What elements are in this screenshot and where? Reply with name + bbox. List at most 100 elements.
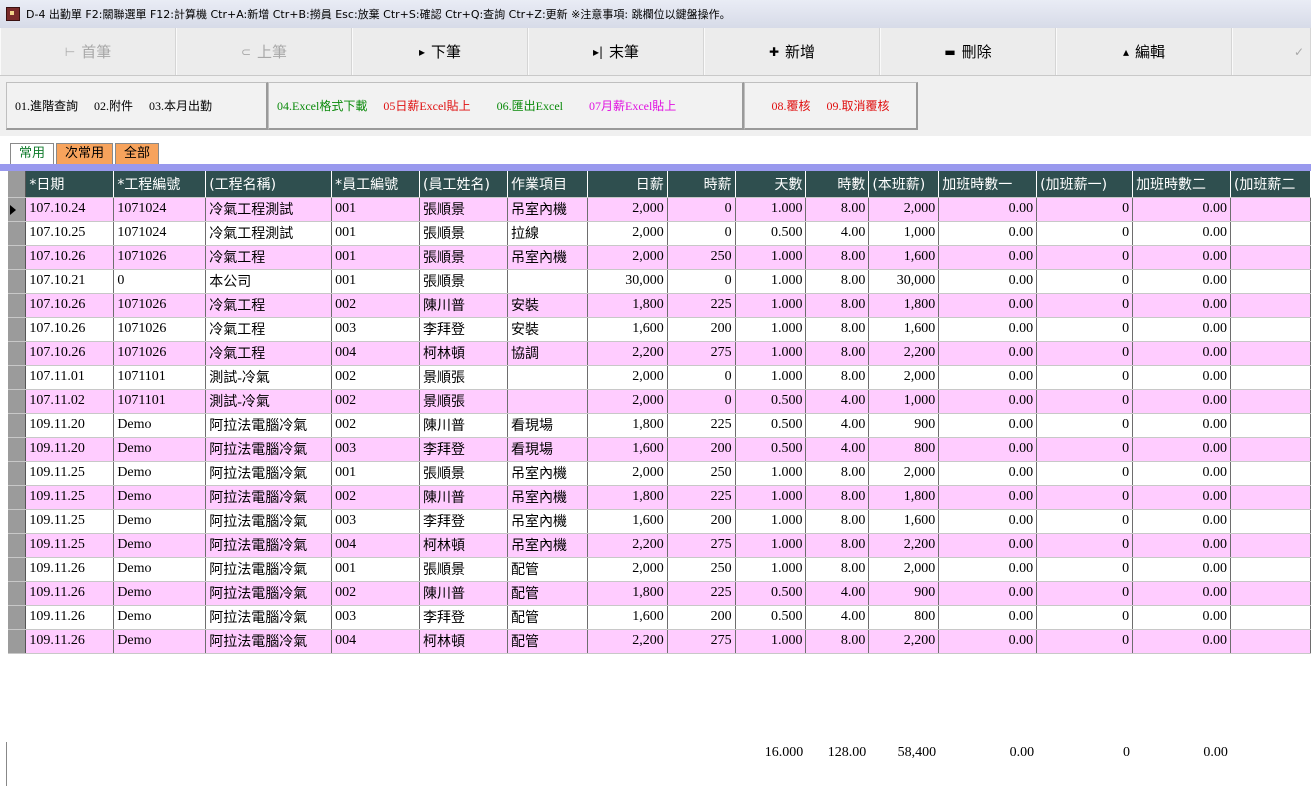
cell-ot-hours-2[interactable]: 0.00 (1132, 269, 1231, 294)
cell-employee-name[interactable]: 景順張 (419, 365, 508, 390)
table-row[interactable]: 107.10.26 1071026 冷氣工程 002 陳川普 安裝 1,800 225 1.00… (8, 293, 1311, 318)
cell-ot-hours-2[interactable]: 0.00 (1132, 461, 1231, 486)
cell-task[interactable]: 吊室內機 (507, 485, 588, 510)
cell-project-name[interactable]: 冷氣工程 (205, 245, 333, 270)
row-selector[interactable] (8, 317, 27, 342)
cell-employee-no[interactable]: 002 (331, 293, 421, 318)
attachment-button[interactable]: 02.附件 (94, 97, 133, 114)
cell-hourly-wage[interactable]: 275 (667, 629, 736, 654)
cell-employee-no[interactable]: 002 (331, 389, 421, 414)
cell-employee-no[interactable]: 002 (331, 413, 421, 438)
cell-project-name[interactable]: 阿拉法電腦冷氣 (205, 485, 333, 510)
row-selector[interactable] (8, 485, 27, 510)
column-header-ot-pay-1[interactable]: (加班薪一) (1036, 171, 1134, 198)
table-row[interactable]: 109.11.20 Demo 阿拉法電腦冷氣 003 李拜登 看現場 1,600 200 0.5… (8, 437, 1311, 462)
cell-date[interactable]: 109.11.25 (25, 533, 115, 558)
cell-date[interactable]: 109.11.26 (25, 629, 115, 654)
cell-ot-hours-2[interactable]: 0.00 (1132, 485, 1231, 510)
cell-hourly-wage[interactable]: 275 (667, 341, 736, 366)
cell-ot-hours-1[interactable]: 0.00 (938, 461, 1038, 486)
cell-ot-hours-2[interactable]: 0.00 (1132, 581, 1231, 606)
cell-ot-hours-2[interactable]: 0.00 (1132, 509, 1231, 534)
cell-daily-wage[interactable]: 2,000 (587, 221, 668, 246)
cell-ot-hours-2[interactable]: 0.00 (1132, 365, 1231, 390)
cell-date[interactable]: 109.11.25 (25, 485, 115, 510)
daily-wage-excel-paste-button[interactable]: 05日薪Excel貼上 (383, 97, 470, 114)
cell-hourly-wage[interactable]: 0 (667, 221, 736, 246)
table-row[interactable]: 109.11.25 Demo 阿拉法電腦冷氣 003 李拜登 吊室內機 1,600 200 1.… (8, 509, 1311, 534)
cell-date[interactable]: 109.11.25 (25, 461, 115, 486)
cell-days[interactable]: 0.500 (735, 413, 807, 438)
cell-ot-pay-2[interactable] (1230, 629, 1311, 654)
cell-ot-pay-2[interactable] (1230, 197, 1311, 222)
cell-hours[interactable]: 4.00 (805, 581, 870, 606)
cell-employee-name[interactable]: 張順景 (419, 557, 508, 582)
cell-base-pay[interactable]: 2,200 (868, 533, 940, 558)
table-row[interactable]: 107.10.21 0 本公司 001 張順景 30,000 0 1.000 8.00 30,00… (8, 269, 1311, 294)
cell-employee-name[interactable]: 柯林頓 (419, 341, 508, 366)
cell-daily-wage[interactable]: 2,200 (587, 629, 668, 654)
cell-ot-pay-2[interactable] (1230, 269, 1311, 294)
cell-base-pay[interactable]: 30,000 (868, 269, 940, 294)
cell-employee-name[interactable]: 李拜登 (419, 317, 508, 342)
cell-project-name[interactable]: 冷氣工程測試 (205, 197, 333, 222)
cell-ot-pay-2[interactable] (1230, 509, 1311, 534)
cell-ot-hours-1[interactable]: 0.00 (938, 629, 1038, 654)
cell-ot-hours-1[interactable]: 0.00 (938, 389, 1038, 414)
cell-daily-wage[interactable]: 2,000 (587, 557, 668, 582)
row-selector[interactable] (8, 533, 27, 558)
row-selector[interactable] (8, 221, 27, 246)
cell-days[interactable]: 1.000 (735, 485, 807, 510)
row-selector[interactable] (8, 461, 27, 486)
column-header-daily-wage[interactable]: 日薪 (587, 171, 668, 198)
table-row[interactable]: 107.10.25 1071024 冷氣工程測試 001 張順景 拉線 2,000 0 0.50… (8, 221, 1311, 246)
cell-ot-pay-1[interactable]: 0 (1036, 341, 1134, 366)
cell-task[interactable] (507, 365, 588, 390)
cell-days[interactable]: 0.500 (735, 437, 807, 462)
column-header-base-pay[interactable]: (本班薪) (868, 171, 940, 198)
cell-hourly-wage[interactable]: 0 (667, 197, 736, 222)
cell-project-no[interactable]: Demo (113, 533, 207, 558)
cell-project-no[interactable]: 1071101 (113, 365, 207, 390)
cell-ot-pay-1[interactable]: 0 (1036, 221, 1134, 246)
cell-hourly-wage[interactable]: 200 (667, 437, 736, 462)
row-selector[interactable] (8, 413, 27, 438)
cell-date[interactable]: 107.11.02 (25, 389, 115, 414)
row-selector[interactable] (8, 365, 27, 390)
cell-task[interactable]: 配管 (507, 557, 588, 582)
add-button[interactable]: ✚ 新增 (704, 28, 880, 75)
cell-days[interactable]: 1.000 (735, 629, 807, 654)
cell-ot-hours-1[interactable]: 0.00 (938, 317, 1038, 342)
cell-project-no[interactable]: Demo (113, 461, 207, 486)
cell-ot-hours-1[interactable]: 0.00 (938, 293, 1038, 318)
cell-ot-hours-1[interactable]: 0.00 (938, 413, 1038, 438)
cell-employee-no[interactable]: 004 (331, 629, 421, 654)
edit-button[interactable]: ▴ 編輯 (1056, 28, 1232, 75)
cell-ot-pay-2[interactable] (1230, 365, 1311, 390)
cell-ot-pay-2[interactable] (1230, 341, 1311, 366)
cell-ot-hours-2[interactable]: 0.00 (1132, 317, 1231, 342)
cell-project-name[interactable]: 阿拉法電腦冷氣 (205, 581, 333, 606)
cell-task[interactable] (507, 389, 588, 414)
cell-daily-wage[interactable]: 2,200 (587, 533, 668, 558)
cell-ot-hours-1[interactable]: 0.00 (938, 581, 1038, 606)
cell-project-no[interactable]: Demo (113, 629, 207, 654)
cell-date[interactable]: 109.11.25 (25, 509, 115, 534)
row-selector[interactable] (8, 557, 27, 582)
tab-secondary[interactable]: 次常用 (56, 143, 114, 164)
cell-ot-hours-2[interactable]: 0.00 (1132, 629, 1231, 654)
export-excel-button[interactable]: 06.匯出Excel (497, 97, 563, 114)
cell-hours[interactable]: 8.00 (805, 509, 870, 534)
cell-ot-pay-2[interactable] (1230, 461, 1311, 486)
cell-task[interactable]: 配管 (507, 581, 588, 606)
cell-date[interactable]: 107.10.26 (25, 245, 115, 270)
cell-hourly-wage[interactable]: 0 (667, 269, 736, 294)
cell-project-name[interactable]: 阿拉法電腦冷氣 (205, 461, 333, 486)
cell-ot-pay-2[interactable] (1230, 605, 1311, 630)
cell-project-no[interactable]: 1071024 (113, 221, 207, 246)
cell-ot-pay-1[interactable]: 0 (1036, 197, 1134, 222)
cell-task[interactable]: 拉線 (507, 221, 588, 246)
cell-employee-no[interactable]: 003 (331, 437, 421, 462)
cell-employee-name[interactable]: 李拜登 (419, 437, 508, 462)
cell-project-name[interactable]: 測試-冷氣 (205, 389, 333, 414)
